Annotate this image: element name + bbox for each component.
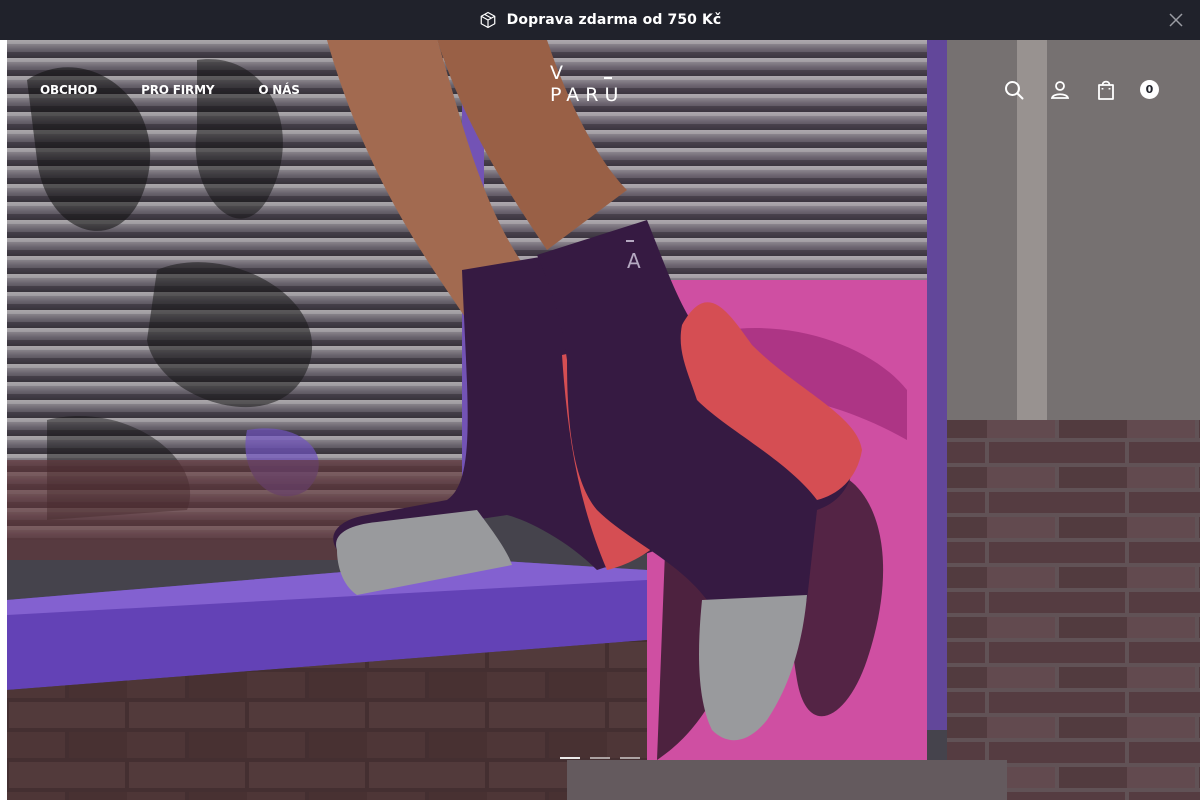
slider-dot-3[interactable] [620,757,640,759]
main-nav: OBCHOD PRO FIRMY O NÁS [40,83,300,97]
slider-dot-1[interactable] [560,757,580,759]
bag-icon[interactable] [1094,78,1118,102]
announcement-text: Doprava zdarma od 750 Kč [506,12,722,28]
slider-dot-2[interactable] [590,757,610,759]
hero-image: A [7,40,1200,800]
logo-accent [604,77,612,79]
user-icon[interactable] [1048,78,1072,102]
nav-item-pro-firmy[interactable]: PRO FIRMY [141,83,214,97]
logo[interactable]: V PARU [550,62,650,106]
nav-item-o-nas[interactable]: O NÁS [258,83,300,97]
nav-item-obchod[interactable]: OBCHOD [40,83,97,97]
announcement-content: Doprava zdarma od 750 Kč [479,11,722,29]
slider-pagination [560,757,640,759]
hero-slider: A [7,40,1200,800]
header-tools [1002,78,1160,102]
logo-text: V PARU [550,62,625,106]
cart-count-badge[interactable]: 0 [1140,80,1159,99]
close-icon[interactable] [1168,12,1184,28]
search-icon[interactable] [1002,78,1026,102]
package-icon [480,11,496,29]
announcement-bar: Doprava zdarma od 750 Kč [0,0,1200,40]
